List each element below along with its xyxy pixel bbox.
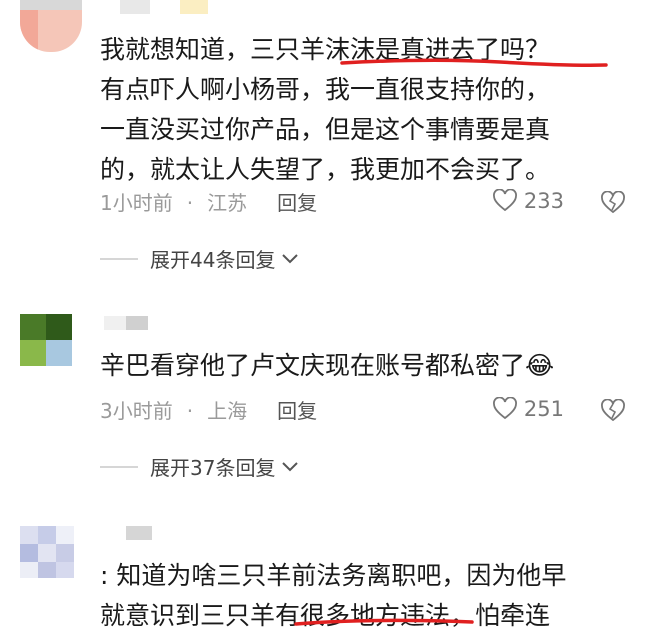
comment-text: 辛巴看穿他了卢文庆现在账号都私密了😂 — [100, 346, 554, 386]
divider-line — [100, 257, 138, 260]
location: 上海 — [207, 399, 248, 423]
avatar[interactable] — [20, 0, 82, 52]
chevron-down-icon — [282, 253, 299, 263]
like-button[interactable]: 251 — [492, 397, 564, 421]
comment-text: 我就想知道，三只羊沫沫是真进去了吗？ 有点吓人啊小杨哥，我一直很支持你的， 一直… — [100, 30, 550, 190]
expand-replies-button[interactable]: 展开44条回复 — [100, 244, 299, 273]
comment-line: 一直没买过你产品，但是这个事情要是真 — [100, 115, 551, 144]
red-underline-annotation — [340, 58, 608, 67]
like-count: 251 — [523, 397, 564, 421]
comment-2: 辛巴看穿他了卢文庆现在账号都私密了😂 3小时前 · 上海 回复 251 展开37条回复 — [0, 300, 660, 500]
broken-heart-icon[interactable] — [600, 191, 626, 215]
comment-line: 的，就太让人失望了，我更加不会买了。 — [100, 155, 551, 184]
comment-meta: 3小时前 · 上海 回复 — [100, 396, 317, 426]
comment-3: : 知道为啥三只羊前法务离职吧，因为他早 就意识到三只羊有很多地方违法，怕牵连 — [0, 500, 660, 630]
username-blurred[interactable] — [120, 0, 210, 14]
timestamp: 3小时前 — [100, 399, 173, 423]
location: 江苏 — [207, 191, 248, 215]
expand-replies-button[interactable]: 展开37条回复 — [100, 452, 299, 481]
avatar[interactable] — [20, 526, 74, 578]
separator-dot: · — [186, 191, 194, 215]
chevron-down-icon — [282, 461, 299, 471]
avatar[interactable] — [20, 314, 72, 366]
expand-label: 展开37条回复 — [150, 456, 276, 480]
comment-line: 有点吓人啊小杨哥，我一直很支持你的， — [100, 75, 551, 104]
separator-dot: · — [186, 399, 194, 423]
username-blurred[interactable] — [104, 316, 164, 330]
comment-line: : 知道为啥三只羊前法务离职吧，因为他早 — [100, 561, 567, 590]
reply-button[interactable]: 回复 — [277, 188, 317, 218]
comment-meta: 1小时前 · 江苏 回复 — [100, 188, 317, 218]
reply-button[interactable]: 回复 — [277, 396, 317, 426]
expand-label: 展开44条回复 — [150, 248, 276, 272]
heart-icon — [492, 397, 517, 420]
broken-heart-icon[interactable] — [600, 399, 626, 423]
like-button[interactable]: 233 — [492, 189, 564, 213]
username-blurred[interactable] — [126, 526, 156, 540]
like-count: 233 — [523, 189, 564, 213]
red-underline-annotation — [294, 618, 474, 626]
comment-line: 辛巴看穿他了卢文庆现在账号都私密了😂 — [100, 351, 555, 380]
divider-line — [100, 465, 138, 468]
timestamp: 1小时前 — [100, 191, 173, 215]
comment-1: 我就想知道，三只羊沫沫是真进去了吗？ 有点吓人啊小杨哥，我一直很支持你的， 一直… — [0, 0, 660, 300]
heart-icon — [492, 189, 517, 212]
